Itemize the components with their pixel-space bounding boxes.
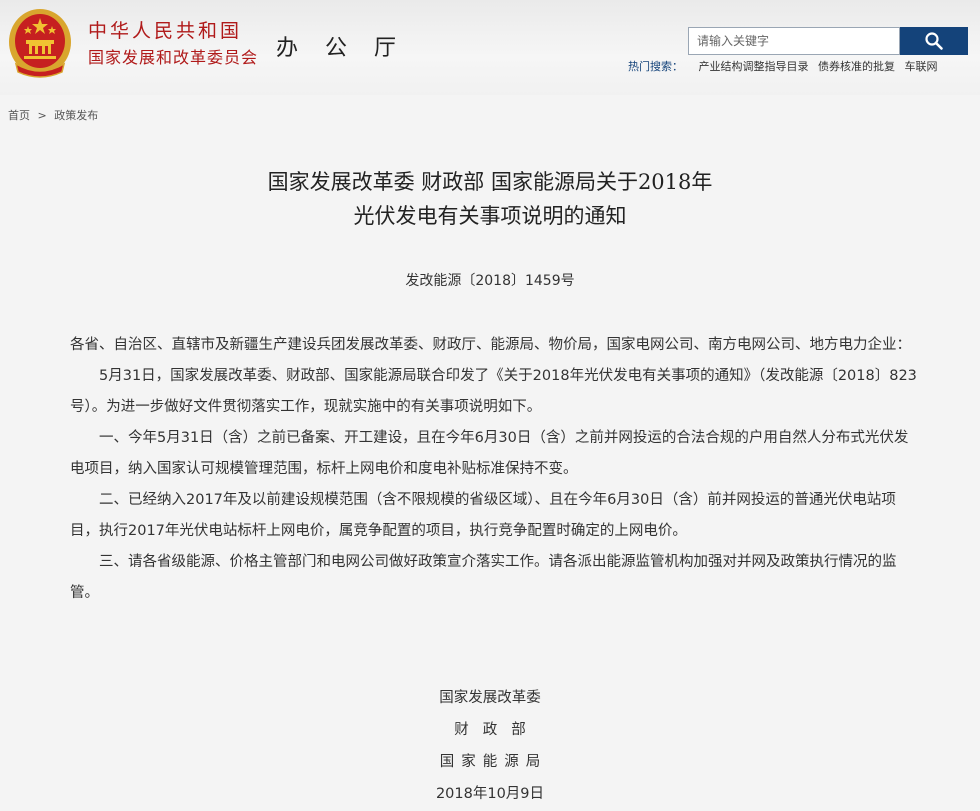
signature-ndrc: 国家发展改革委 <box>439 690 541 706</box>
hot-search-link[interactable]: 产业结构调整指导目录 <box>699 60 809 73</box>
office-title: 办 公 厅 <box>276 36 406 61</box>
issue-date: 2018年10月9日 <box>435 786 545 802</box>
search-icon <box>925 32 943 50</box>
hot-search-label: 热门搜索： <box>628 60 683 73</box>
org-name-cn: 中华人民共和国 <box>88 20 243 42</box>
article-title-line1: 国家发展改革委 财政部 国家能源局关于2018年 <box>267 170 713 194</box>
hot-search-link[interactable]: 车联网 <box>905 60 938 73</box>
site-header: 中华人民共和国 国家发展和改革委员会 办 公 厅 热门搜索： 产业结构调整指导目… <box>0 0 980 95</box>
document-number: 发改能源〔2018〕1459号 <box>405 273 575 289</box>
article-paragraph: 5月31日，国家发展改革委、财政部、国家能源局联合印发了《关于2018年光伏发电… <box>70 368 917 415</box>
breadcrumb: 首页 > 政策发布 <box>8 107 98 123</box>
breadcrumb-separator: > <box>37 109 47 122</box>
addressee: 各省、自治区、直辖市及新疆生产建设兵团发展改革委、财政厅、能源局、物价局，国家电… <box>70 337 911 353</box>
article-title-line2: 光伏发电有关事项说明的通知 <box>353 204 627 228</box>
article-paragraph: 二、已经纳入2017年及以前建设规模范围（含不限规模的省级区域）、且在今年6月3… <box>70 492 896 539</box>
search-button[interactable] <box>900 27 968 55</box>
org-name-ndrc: 国家发展和改革委员会 <box>88 48 259 67</box>
article-body: 各省、自治区、直辖市及新疆生产建设兵团发展改革委、财政厅、能源局、物价局，国家电… <box>70 330 920 609</box>
signature-mof: 财政部 <box>454 722 540 738</box>
article-paragraph: 一、今年5月31日（含）之前已备案、开工建设，且在今年6月30日（含）之前并网投… <box>70 430 909 477</box>
signature-nea: 国家能源局 <box>439 754 548 770</box>
breadcrumb-home-link[interactable]: 首页 <box>8 109 30 122</box>
hot-search-link[interactable]: 债券核准的批复 <box>818 60 895 73</box>
national-emblem-icon <box>9 9 71 78</box>
hot-searches: 热门搜索： 产业结构调整指导目录 债券核准的批复 车联网 <box>628 58 938 74</box>
article-paragraph: 三、请各省级能源、价格主管部门和电网公司做好政策宣介落实工作。请各派出能源监管机… <box>70 554 897 601</box>
breadcrumb-current-link[interactable]: 政策发布 <box>54 109 98 122</box>
search-input[interactable] <box>688 27 900 55</box>
